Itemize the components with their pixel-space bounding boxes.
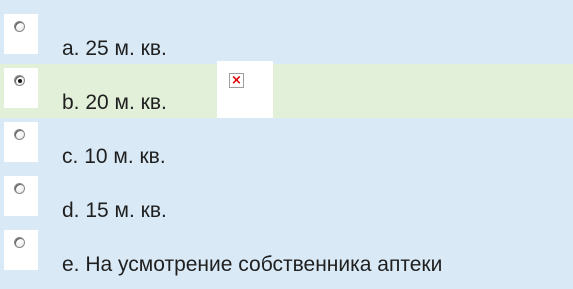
radio-button-e[interactable] [14, 237, 25, 248]
answer-options: a. 25 м. кв. b. 20 м. кв. × c. 10 м. кв.… [0, 0, 573, 289]
radio-selected-dot [18, 79, 22, 83]
radio-cell [4, 122, 38, 162]
broken-image-placeholder: × [217, 61, 273, 118]
option-c-label[interactable]: c. 10 м. кв. [62, 145, 166, 169]
radio-cell [4, 68, 38, 108]
option-a[interactable]: a. 25 м. кв. [0, 10, 573, 64]
radio-cell [4, 176, 38, 216]
option-d-label[interactable]: d. 15 м. кв. [62, 199, 167, 223]
radio-button-a[interactable] [14, 21, 25, 32]
option-c[interactable]: c. 10 м. кв. [0, 118, 573, 172]
radio-cell [4, 230, 38, 270]
broken-image-icon: × [229, 73, 244, 88]
radio-button-d[interactable] [14, 183, 25, 194]
option-e-label[interactable]: e. На усмотрение собственника аптеки [62, 253, 442, 277]
option-a-label[interactable]: a. 25 м. кв. [62, 37, 167, 61]
radio-button-c[interactable] [14, 129, 25, 140]
option-b[interactable]: b. 20 м. кв. × [0, 61, 573, 118]
radio-cell [4, 14, 38, 54]
option-b-label[interactable]: b. 20 м. кв. [62, 91, 167, 115]
option-d[interactable]: d. 15 м. кв. [0, 172, 573, 226]
radio-button-b[interactable] [14, 75, 25, 86]
option-e[interactable]: e. На усмотрение собственника аптеки [0, 226, 573, 280]
